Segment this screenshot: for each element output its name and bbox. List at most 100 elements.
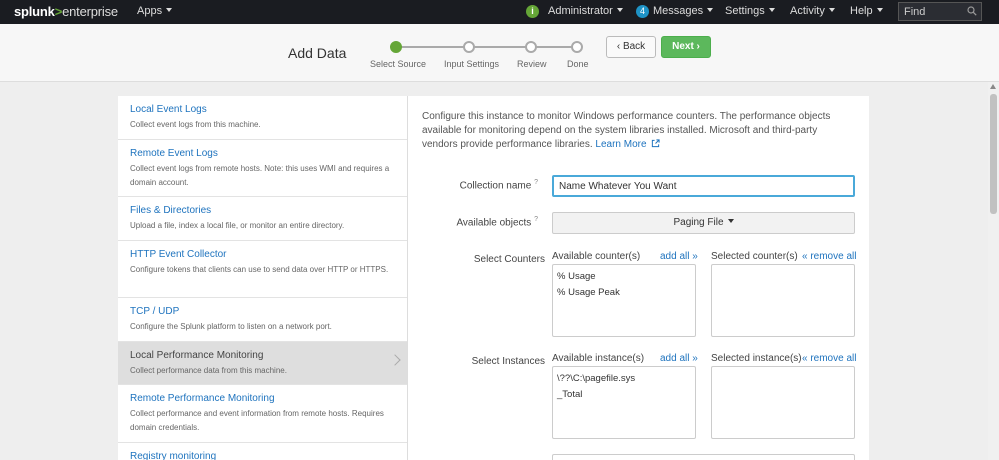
messages-menu[interactable]: Messages (653, 5, 714, 17)
find-input[interactable]: Find (898, 2, 982, 21)
add-data-wizard-header: Add Data Select Source Input Settings Re… (0, 24, 999, 82)
select-instances-label: Select Instances (471, 356, 545, 367)
scroll-up-icon[interactable] (990, 84, 996, 89)
learn-more-label: Learn More (595, 139, 647, 150)
caret-down-icon (876, 8, 883, 12)
help-label: Help (850, 5, 873, 17)
source-item-remote-event-logs[interactable]: Remote Event Logs Collect event logs fro… (118, 140, 407, 197)
add-all-instances-link[interactable]: add all » (660, 353, 698, 364)
scrollbar-thumb[interactable] (990, 94, 997, 214)
source-item-tcp-udp[interactable]: TCP / UDP Configure the Splunk platform … (118, 298, 407, 342)
page-scrollbar[interactable] (988, 82, 999, 460)
collection-name-label: Collection name ? (408, 179, 538, 191)
step-dot-input-settings (463, 41, 475, 53)
step-dot-review (525, 41, 537, 53)
source-description: Configure the Splunk platform to listen … (130, 322, 332, 331)
help-icon[interactable]: ? (534, 179, 538, 186)
performance-monitor-form: Configure this instance to monitor Windo… (408, 96, 869, 460)
source-item-files-directories[interactable]: Files & Directories Upload a file, index… (118, 197, 407, 241)
collection-name-input[interactable] (552, 175, 855, 197)
data-source-list: Local Event Logs Collect event logs from… (118, 96, 408, 460)
list-item[interactable]: % Usage Peak (557, 285, 691, 301)
activity-menu[interactable]: Activity (790, 5, 835, 17)
source-description: Collect performance and event informatio… (130, 409, 384, 432)
splunk-logo[interactable]: splunk>enterprise (14, 4, 118, 19)
source-description: Collect event logs from remote hosts. No… (130, 164, 390, 187)
caret-down-icon (166, 8, 173, 12)
source-description: Collect event logs from this machine. (130, 120, 261, 129)
remove-all-instances-link[interactable]: « remove all (802, 353, 856, 364)
administrator-menu[interactable]: Administrator (548, 5, 623, 17)
source-title: HTTP Event Collector (130, 249, 227, 260)
page-title: Add Data (288, 45, 347, 61)
logo-separator: > (54, 4, 63, 19)
source-title: TCP / UDP (130, 306, 180, 317)
learn-more-link[interactable]: Learn More (595, 139, 660, 150)
back-button[interactable]: ‹ Back (606, 36, 656, 58)
find-placeholder: Find (904, 6, 926, 18)
step-label-input-settings: Input Settings (444, 59, 500, 69)
select-counters-label: Select Counters (473, 254, 545, 265)
available-instances-list[interactable]: \??\C:\pagefile.sys _Total (552, 366, 696, 439)
settings-menu[interactable]: Settings (725, 5, 775, 17)
source-title: Local Performance Monitoring (130, 350, 264, 361)
messages-label: Messages (653, 5, 704, 17)
selected-counters-list[interactable] (711, 264, 855, 337)
source-title: Registry monitoring (130, 451, 217, 460)
help-icon[interactable]: ? (534, 216, 538, 223)
caret-down-icon (828, 8, 835, 12)
next-button[interactable]: Next › (661, 36, 711, 58)
available-counters-header: Available counter(s) (552, 251, 641, 262)
remove-all-counters-link[interactable]: « remove all (802, 251, 856, 262)
source-description: Upload a file, index a local file, or mo… (130, 221, 345, 230)
logo-product: enterprise (62, 4, 118, 19)
source-item-local-event-logs[interactable]: Local Event Logs Collect event logs from… (118, 96, 407, 140)
apps-label: Apps (137, 5, 163, 17)
step-label-select-source: Select Source (370, 59, 427, 69)
source-item-http-event-collector[interactable]: HTTP Event Collector Configure tokens th… (118, 241, 407, 298)
source-title: Files & Directories (130, 205, 212, 216)
available-objects-value: Paging File (673, 217, 724, 228)
available-instances-header: Available instance(s) (552, 353, 645, 364)
selected-instances-list[interactable] (711, 366, 855, 439)
source-item-registry-monitoring[interactable]: Registry monitoring (118, 443, 407, 460)
step-dot-select-source (390, 41, 402, 53)
apps-menu[interactable]: Apps (137, 5, 173, 17)
messages-count-badge: 4 (636, 5, 649, 18)
available-counters-list[interactable]: % Usage % Usage Peak (552, 264, 696, 337)
search-icon[interactable] (967, 6, 977, 16)
source-title: Remote Performance Monitoring (130, 393, 275, 404)
top-navigation-bar: splunk>enterprise Apps i Administrator 4… (0, 0, 999, 24)
list-item[interactable]: \??\C:\pagefile.sys (557, 371, 691, 387)
settings-label: Settings (725, 5, 765, 17)
caret-down-icon (768, 8, 775, 12)
source-item-remote-performance-monitoring[interactable]: Remote Performance Monitoring Collect pe… (118, 385, 407, 443)
source-title: Remote Event Logs (130, 148, 218, 159)
external-link-icon (651, 139, 660, 148)
step-progress-line (396, 46, 576, 48)
add-all-counters-link[interactable]: add all » (660, 251, 698, 262)
available-objects-label: Available objects ? (408, 216, 538, 228)
help-menu[interactable]: Help (850, 5, 883, 17)
selected-counters-header: Selected counter(s) (711, 251, 798, 262)
logo-brand: splunk (14, 4, 55, 19)
step-dot-done (571, 41, 583, 53)
info-icon: i (526, 5, 539, 18)
caret-down-icon (616, 8, 623, 12)
list-item[interactable]: _Total (557, 387, 691, 403)
source-description: Configure tokens that clients can use to… (130, 265, 389, 274)
selected-instances-header: Selected instance(s) (711, 353, 802, 364)
step-label-done: Done (567, 59, 589, 69)
list-item[interactable]: % Usage (557, 269, 691, 285)
step-label-review: Review (517, 59, 547, 69)
available-objects-dropdown[interactable]: Paging File (552, 212, 855, 234)
available-objects-label-text: Available objects (456, 217, 532, 229)
collection-name-label-text: Collection name (459, 180, 532, 192)
caret-down-icon (727, 219, 734, 223)
form-description: Configure this instance to monitor Windo… (422, 110, 842, 152)
source-item-local-performance-monitoring[interactable]: Local Performance Monitoring Collect per… (118, 342, 407, 385)
administrator-label: Administrator (548, 5, 613, 17)
next-field-input[interactable] (552, 454, 855, 460)
source-title: Local Event Logs (130, 104, 207, 115)
source-description: Collect performance data from this machi… (130, 366, 287, 375)
